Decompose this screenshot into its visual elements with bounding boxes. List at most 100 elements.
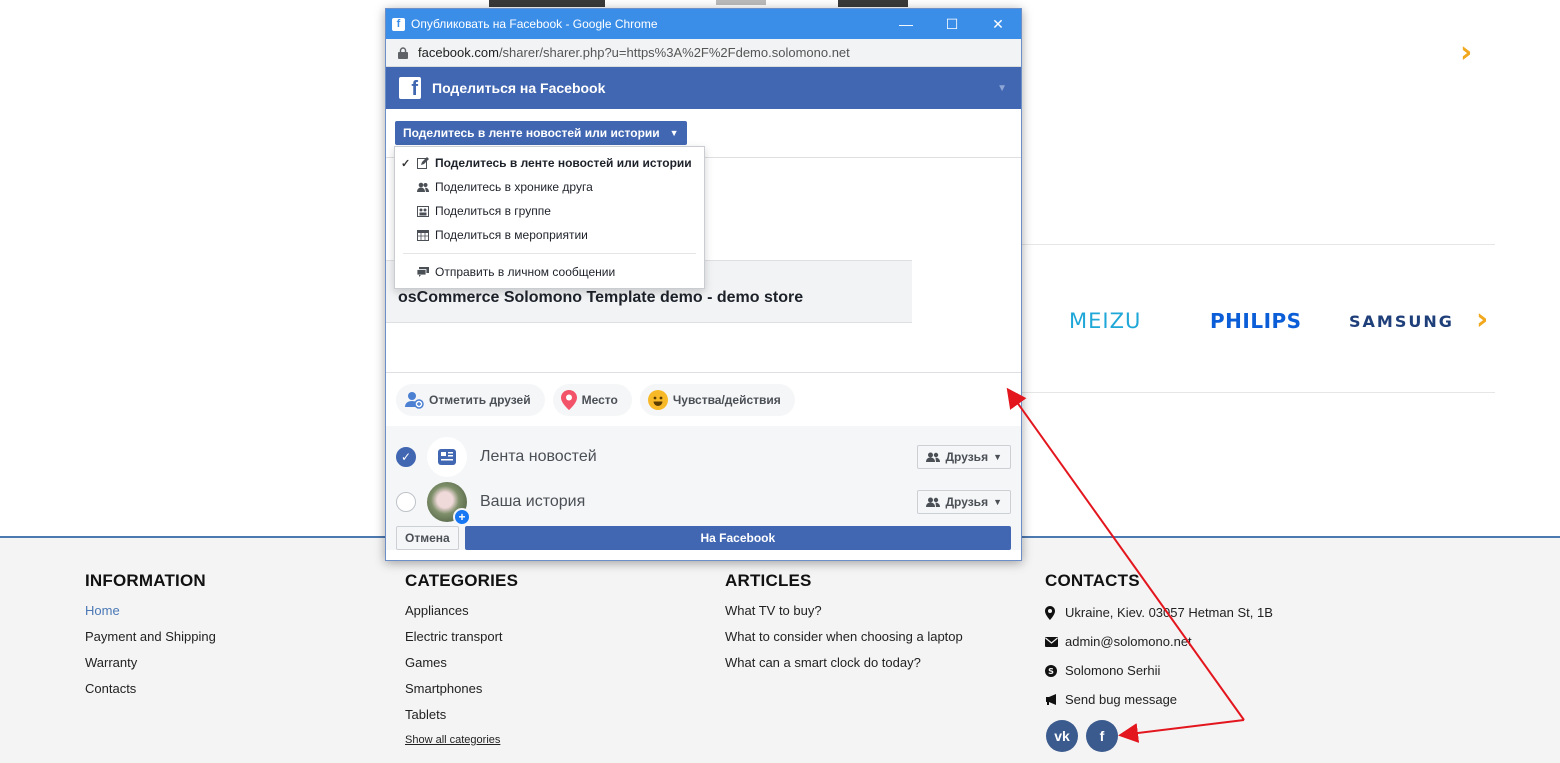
- contact-bug-text[interactable]: Send bug message: [1065, 692, 1177, 707]
- lock-icon: [398, 46, 408, 59]
- feelings-label: Чувства/действия: [672, 392, 781, 407]
- audience-row-story[interactable]: + Ваша история Друзья ▼: [386, 479, 1021, 526]
- fb-share-header: f Поделиться на Facebook ▼: [386, 67, 1021, 109]
- address-bar[interactable]: facebook.com/sharer/sharer.php?u=https%3…: [386, 39, 1021, 67]
- footer-link-payment[interactable]: Payment and Shipping: [85, 624, 216, 650]
- menu-item-share-friend-timeline[interactable]: Поделитесь в хронике друга: [395, 175, 704, 199]
- close-button[interactable]: ✕: [975, 9, 1021, 39]
- share-target-menu: ✓ Поделитесь в ленте новостей или истори…: [394, 146, 705, 289]
- feelings-button[interactable]: Чувства/действия: [639, 383, 795, 416]
- story-privacy-dropdown[interactable]: Друзья ▼: [917, 489, 1011, 514]
- window-title: Опубликовать на Facebook - Google Chrome: [411, 17, 658, 31]
- post-to-facebook-button[interactable]: На Facebook: [464, 526, 1011, 550]
- window-controls: — ☐ ✕: [883, 9, 1021, 39]
- tag-friends-button[interactable]: Отметить друзей: [396, 383, 545, 416]
- footer-link-warranty[interactable]: Warranty: [85, 650, 216, 676]
- facebook-favicon-icon: f: [392, 17, 405, 31]
- footer-heading: CONTACTS: [1045, 571, 1140, 590]
- footer-link-tablets[interactable]: Tablets: [405, 702, 518, 728]
- product-image-fragment: [838, 0, 908, 7]
- contact-skype-text[interactable]: Solomono Serhii: [1065, 663, 1160, 678]
- footer-link-contacts[interactable]: Contacts: [85, 676, 216, 702]
- window-titlebar[interactable]: f Опубликовать на Facebook - Google Chro…: [386, 9, 1021, 39]
- footer-link-article[interactable]: What to consider when choosing a laptop: [725, 624, 963, 650]
- contact-address: Ukraine, Kiev. 03057 Hetman St, 1B: [1045, 598, 1273, 627]
- share-target-label: Поделитесь в ленте новостей или истории: [403, 126, 660, 140]
- link-preview-title: osCommerce Solomono Template demo - demo…: [398, 289, 804, 306]
- contact-address-text: Ukraine, Kiev. 03057 Hetman St, 1B: [1065, 605, 1273, 620]
- footer-link-electric-transport[interactable]: Electric transport: [405, 624, 518, 650]
- minimize-button[interactable]: —: [883, 9, 929, 39]
- menu-item-share-feed[interactable]: ✓ Поделитесь в ленте новостей или истори…: [395, 151, 704, 175]
- location-pin-icon: [560, 389, 577, 410]
- audience-selector: ✓ Лента новостей Друзья ▼ + Ваша история…: [386, 426, 1021, 526]
- footer-link-article[interactable]: What TV to buy?: [725, 598, 963, 624]
- footer-link-smartphones[interactable]: Smartphones: [405, 676, 518, 702]
- site-footer: INFORMATION Home Payment and Shipping Wa…: [0, 536, 1560, 763]
- map-marker-icon: [1045, 605, 1065, 620]
- footer-categories: CATEGORIES Appliances Electric transport…: [405, 571, 518, 752]
- share-target-dropdown[interactable]: Поделитесь в ленте новостей или истории …: [395, 121, 687, 145]
- fb-share-header-title: Поделиться на Facebook: [432, 80, 606, 96]
- friends-icon: [926, 452, 941, 462]
- story-label: Ваша история: [480, 492, 586, 510]
- tag-friends-icon: [404, 390, 424, 410]
- brand-logo-philips[interactable]: PHILIPS: [1210, 309, 1302, 333]
- footer-link-home[interactable]: Home: [85, 598, 216, 624]
- feed-privacy-dropdown[interactable]: Друзья ▼: [917, 444, 1011, 469]
- tag-friends-label: Отметить друзей: [429, 392, 531, 407]
- footer-link-games[interactable]: Games: [405, 650, 518, 676]
- contact-skype[interactable]: S Solomono Serhii: [1045, 656, 1273, 685]
- checkmark-icon: ✓: [401, 157, 411, 170]
- brand-logo-meizu[interactable]: MEIZU: [1069, 309, 1141, 333]
- divider: [1021, 244, 1495, 245]
- menu-item-label: Поделитесь в хронике друга: [435, 180, 593, 194]
- menu-item-label: Поделиться в группе: [435, 204, 551, 218]
- caret-down-icon: ▼: [669, 128, 679, 138]
- footer-information: INFORMATION Home Payment and Shipping Wa…: [85, 571, 216, 702]
- smiley-icon: [647, 389, 668, 410]
- feed-privacy-label: Друзья: [945, 449, 989, 464]
- menu-item-label: Поделиться в мероприятии: [435, 228, 588, 242]
- edit-icon: [417, 157, 435, 169]
- carousel-next-icon[interactable]: ›: [1460, 38, 1472, 68]
- caret-down-icon: ▼: [993, 496, 1002, 507]
- group-icon: [417, 205, 435, 217]
- contact-bug[interactable]: Send bug message: [1045, 685, 1273, 714]
- caret-down-icon: ▼: [993, 451, 1002, 462]
- envelope-icon: [1045, 636, 1065, 647]
- audience-row-feed[interactable]: ✓ Лента новостей Друзья ▼: [386, 434, 1021, 479]
- location-label: Место: [581, 392, 618, 407]
- brands-next-icon[interactable]: ›: [1476, 305, 1488, 335]
- contact-email-text[interactable]: admin@solomono.net: [1065, 634, 1192, 649]
- facebook-icon[interactable]: f: [1086, 720, 1118, 752]
- footer-heading: CATEGORIES: [405, 571, 519, 590]
- product-image-fragment: [716, 0, 766, 5]
- chevron-down-icon[interactable]: ▼: [997, 83, 1007, 94]
- menu-item-share-event[interactable]: Поделиться в мероприятии: [395, 223, 704, 247]
- footer-link-show-all-categories[interactable]: Show all categories: [405, 728, 518, 752]
- contact-email[interactable]: admin@solomono.net: [1045, 627, 1273, 656]
- menu-divider: [403, 253, 696, 254]
- footer-contacts: CONTACTS Ukraine, Kiev. 03057 Hetman St,…: [1045, 571, 1273, 752]
- maximize-button[interactable]: ☐: [929, 9, 975, 39]
- story-privacy-label: Друзья: [945, 494, 989, 509]
- footer-articles: ARTICLES What TV to buy? What to conside…: [725, 571, 963, 676]
- friends-icon: [417, 182, 435, 192]
- divider: [1021, 392, 1495, 393]
- feed-checkbox[interactable]: ✓: [396, 446, 416, 467]
- menu-item-share-group[interactable]: Поделиться в группе: [395, 199, 704, 223]
- cancel-button[interactable]: Отмена: [396, 526, 459, 550]
- footer-link-appliances[interactable]: Appliances: [405, 598, 518, 624]
- news-feed-icon: [427, 436, 467, 477]
- footer-link-article[interactable]: What can a smart clock do today?: [725, 650, 963, 676]
- menu-item-send-message[interactable]: Отправить в личном сообщении: [395, 260, 704, 284]
- menu-item-label: Отправить в личном сообщении: [435, 265, 616, 279]
- skype-icon: S: [1045, 664, 1065, 677]
- vk-icon[interactable]: vk: [1046, 720, 1078, 752]
- location-button[interactable]: Место: [552, 383, 632, 416]
- story-checkbox[interactable]: [396, 491, 416, 512]
- svg-text:S: S: [1048, 667, 1054, 676]
- facebook-logo-icon: f: [399, 77, 421, 99]
- brand-logo-samsung[interactable]: SAMSUNG: [1349, 312, 1454, 331]
